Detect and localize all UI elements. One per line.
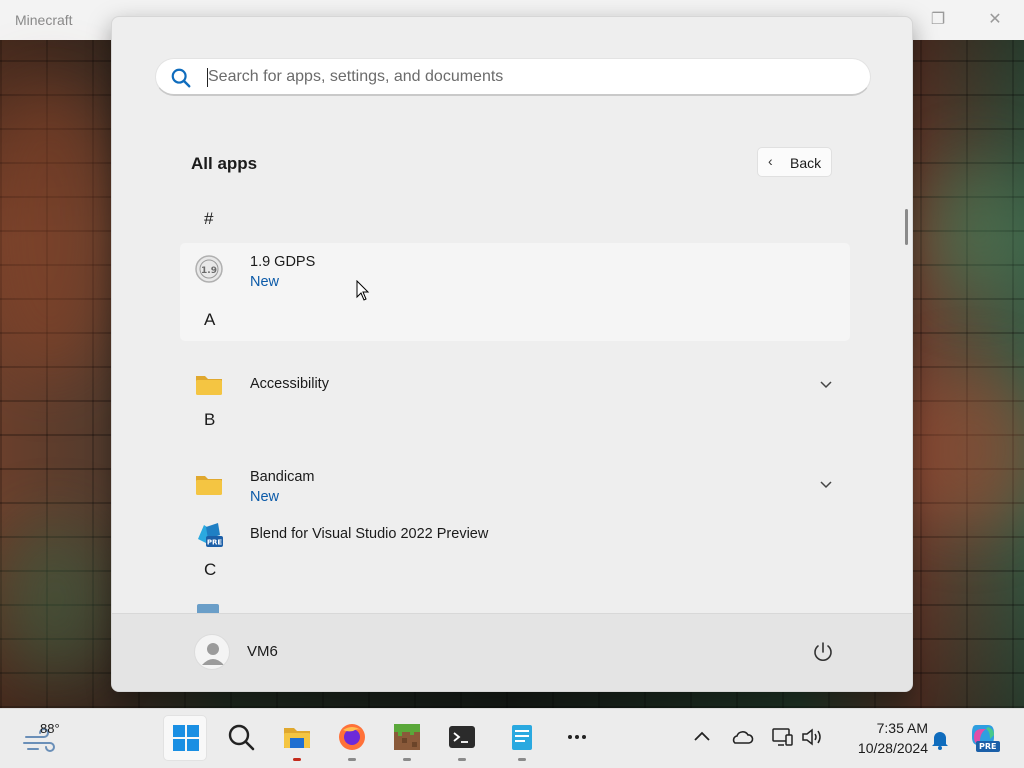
svg-text:PRE: PRE xyxy=(207,539,223,547)
mouse-cursor-icon xyxy=(356,280,370,301)
user-name[interactable]: VM6 xyxy=(247,643,278,660)
minecraft-icon xyxy=(394,724,420,750)
start-button[interactable] xyxy=(163,715,207,761)
search-icon xyxy=(228,724,255,751)
volume-icon[interactable] xyxy=(800,725,824,749)
file-explorer-button[interactable] xyxy=(275,715,319,761)
chevron-up-icon[interactable] xyxy=(690,725,714,749)
all-apps-list: # 1.9 1.9 GDPS New A Accessibility B Ban… xyxy=(112,197,912,613)
taskbar: 88° 7:35 AM 10/28/2024 PRE xyxy=(0,708,1024,768)
minecraft-button[interactable] xyxy=(385,715,429,761)
svg-text:1.9: 1.9 xyxy=(201,266,217,276)
terminal-button[interactable] xyxy=(440,715,484,761)
chevron-down-icon[interactable] xyxy=(816,374,836,394)
back-button-label: Back xyxy=(790,155,822,171)
start-menu: All apps ‹ Back # 1.9 1.9 GDPS New A Acc… xyxy=(111,16,913,692)
onedrive-icon[interactable] xyxy=(730,725,754,749)
chevron-left-icon: ‹ xyxy=(768,153,773,169)
folder-icon xyxy=(196,476,222,495)
folder-icon xyxy=(196,376,222,395)
running-indicator xyxy=(458,758,466,761)
page-title: All apps xyxy=(191,154,258,173)
app-item-1-9-gdps[interactable]: 1.9 1.9 GDPS New xyxy=(180,245,850,293)
app-name: Bandicam xyxy=(250,469,315,485)
running-indicator xyxy=(293,758,301,761)
restore-icon[interactable]: ❐ xyxy=(925,8,951,32)
new-badge: New xyxy=(250,274,280,290)
app-item-accessibility[interactable]: Accessibility xyxy=(180,360,850,408)
close-icon[interactable]: ✕ xyxy=(982,8,1008,32)
chevron-down-icon[interactable] xyxy=(816,474,836,494)
running-indicator xyxy=(518,758,526,761)
user-icon xyxy=(202,643,224,665)
app-name: Accessibility xyxy=(250,376,329,392)
firefox-button[interactable] xyxy=(330,715,374,761)
file-explorer-icon xyxy=(284,728,310,748)
start-footer: VM6 xyxy=(112,613,912,691)
search-icon xyxy=(171,68,191,88)
section-letter-b[interactable]: B xyxy=(204,410,215,430)
app-icon-partial xyxy=(197,604,219,613)
blend-vs-preview-icon: PRE xyxy=(198,523,223,547)
section-letter-c[interactable]: C xyxy=(204,560,216,580)
running-indicator xyxy=(348,758,356,761)
firefox-icon xyxy=(339,724,365,750)
notepad-icon xyxy=(512,725,532,750)
start-icon xyxy=(173,725,199,751)
clock-time[interactable]: 7:35 AM xyxy=(846,720,928,736)
back-button[interactable]: ‹ Back xyxy=(757,147,832,177)
gdps-icon: 1.9 xyxy=(195,255,223,283)
more-button[interactable] xyxy=(555,715,599,761)
search-box[interactable] xyxy=(155,58,871,96)
bell-icon[interactable] xyxy=(928,727,952,751)
terminal-icon xyxy=(449,726,475,748)
scrollbar-thumb[interactable] xyxy=(905,209,908,245)
more-icon xyxy=(568,735,586,739)
app-name: Blend for Visual Studio 2022 Preview xyxy=(250,526,489,542)
new-badge: New xyxy=(250,489,280,505)
section-letter-a[interactable]: A xyxy=(204,310,215,330)
section-letter-hash[interactable]: # xyxy=(204,209,213,229)
search-button[interactable] xyxy=(219,715,263,761)
app-item-bandicam[interactable]: Bandicam New xyxy=(180,460,850,508)
network-icon[interactable] xyxy=(770,725,794,749)
running-indicator xyxy=(403,758,411,761)
preview-badge: PRE xyxy=(976,741,1000,752)
power-icon[interactable] xyxy=(809,638,837,666)
avatar[interactable] xyxy=(194,634,230,670)
search-input[interactable] xyxy=(208,63,848,91)
copilot-button[interactable]: PRE xyxy=(968,723,1002,757)
weather-widget[interactable]: 88° xyxy=(22,721,82,757)
notepad-button[interactable] xyxy=(500,715,544,761)
clock-date[interactable]: 10/28/2024 xyxy=(836,740,928,756)
app-name: 1.9 GDPS xyxy=(250,254,316,270)
weather-temp: 88° xyxy=(40,721,60,736)
app-item-blend-for-visual-studio[interactable]: PRE Blend for Visual Studio 2022 Preview xyxy=(180,510,850,558)
window-title: Minecraft xyxy=(15,12,73,28)
